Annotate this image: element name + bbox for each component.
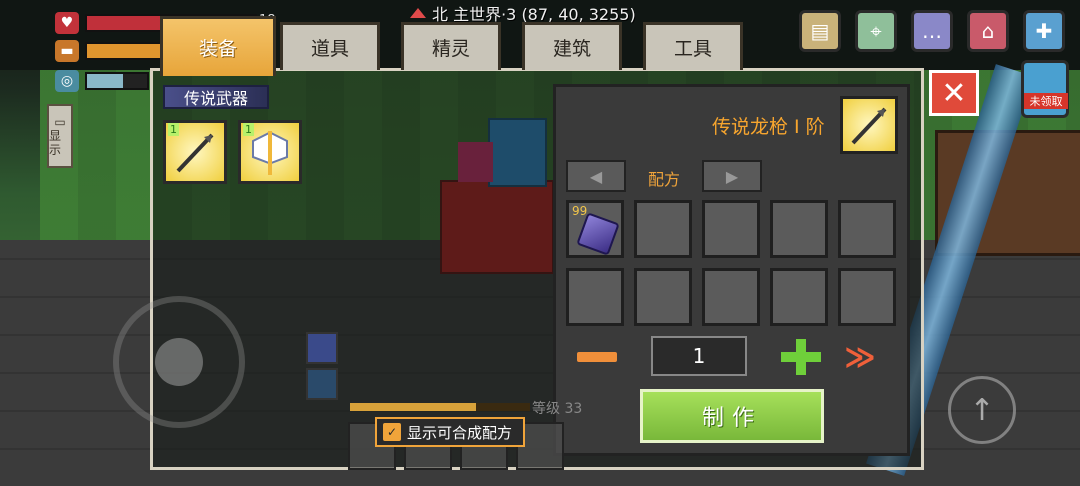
unclaimed-label: 未领取 [1024, 93, 1068, 109]
side-button-label: 显示 [49, 129, 62, 157]
level-text: 等级 33 [532, 401, 583, 417]
chevron-right-icon: ▶ [725, 166, 739, 186]
tab-buildings[interactable]: 建筑 [522, 22, 622, 70]
tab-label: 道具 [310, 38, 349, 60]
increase-quantity-button[interactable] [781, 339, 821, 375]
recipe-label: 配方 [648, 170, 681, 189]
max-quantity-button[interactable]: ≫ [840, 337, 880, 377]
close-button[interactable]: ✕ [929, 70, 979, 116]
chat-icon[interactable]: … [911, 10, 953, 52]
purple-gem-icon [576, 212, 620, 256]
scroll-icon[interactable]: ▤ [799, 10, 841, 52]
tab-items[interactable]: 道具 [280, 22, 380, 70]
jump-button[interactable]: ↑ [948, 376, 1016, 444]
oxygen-stat: ◎ [55, 70, 149, 92]
ingredient-slot[interactable] [702, 268, 760, 326]
show-recipes-label: 显示可合成配方 [407, 423, 513, 442]
item-name: 传说龙枪 I 阶 [712, 116, 825, 138]
ingredient-slot[interactable] [838, 268, 896, 326]
tab-equipment[interactable]: 装备 [160, 16, 276, 76]
ingredient-slot[interactable] [566, 268, 624, 326]
ingredient-slot[interactable] [702, 200, 760, 258]
oxygen-bar [85, 72, 149, 90]
category-label: 传说武器 [163, 85, 269, 109]
map-icon[interactable]: ⌖ [855, 10, 897, 52]
weapon-level: 1 [168, 123, 179, 136]
movement-joystick[interactable] [113, 296, 245, 428]
previous-recipe-button[interactable]: ◀ [566, 160, 626, 192]
ingredient-slot[interactable] [838, 200, 896, 258]
quantity-field[interactable]: 1 [651, 336, 747, 376]
arrow-up-icon: ↑ [969, 392, 995, 428]
tab-spirits[interactable]: 精灵 [401, 22, 501, 70]
decrease-quantity-button[interactable] [577, 352, 617, 362]
compass-arrow-icon [410, 8, 426, 18]
craft-button[interactable]: 制作 [640, 389, 824, 443]
weapon-level: 1 [243, 123, 254, 136]
plus-icon[interactable]: ✚ [1023, 10, 1065, 52]
heart-icon: ♥ [55, 12, 79, 34]
tab-label: 精灵 [431, 38, 470, 60]
spear-icon[interactable]: 1 [163, 120, 227, 184]
oxygen-icon: ◎ [55, 70, 79, 92]
food-icon: ▬ [55, 40, 79, 62]
ingredient-slot[interactable] [634, 268, 692, 326]
ingredient-slot[interactable]: 99 [566, 200, 624, 258]
ingredient-count: 99 [572, 204, 588, 218]
show-craftable-recipes-toggle[interactable]: ✓ 显示可合成配方 [375, 417, 525, 447]
chat-bubble-icon: ▭ [54, 115, 66, 129]
axe-icon[interactable]: 1 [238, 120, 302, 184]
ingredient-slot[interactable] [770, 200, 828, 258]
ingredient-slot[interactable] [634, 200, 692, 258]
show-side-button[interactable]: ▭ 显示 [47, 104, 73, 168]
ingredient-slot[interactable] [770, 268, 828, 326]
joystick-knob[interactable] [155, 338, 203, 386]
buff-icon [306, 332, 338, 364]
shop-icon[interactable]: ⌂ [967, 10, 1009, 52]
unclaimed-reward-button[interactable]: 未领取 [1021, 60, 1069, 118]
tab-label: 工具 [673, 38, 712, 60]
chevron-left-icon: ◀ [589, 166, 603, 186]
next-recipe-button[interactable]: ▶ [702, 160, 762, 192]
dragon-spear-icon [840, 96, 898, 154]
shield-icon [306, 368, 338, 400]
tab-label: 装备 [198, 38, 237, 60]
tab-label: 建筑 [552, 38, 591, 60]
tab-tools[interactable]: 工具 [643, 22, 743, 70]
close-icon: ✕ [941, 75, 967, 111]
checkbox-icon: ✓ [383, 423, 401, 441]
experience-bar [350, 403, 530, 411]
